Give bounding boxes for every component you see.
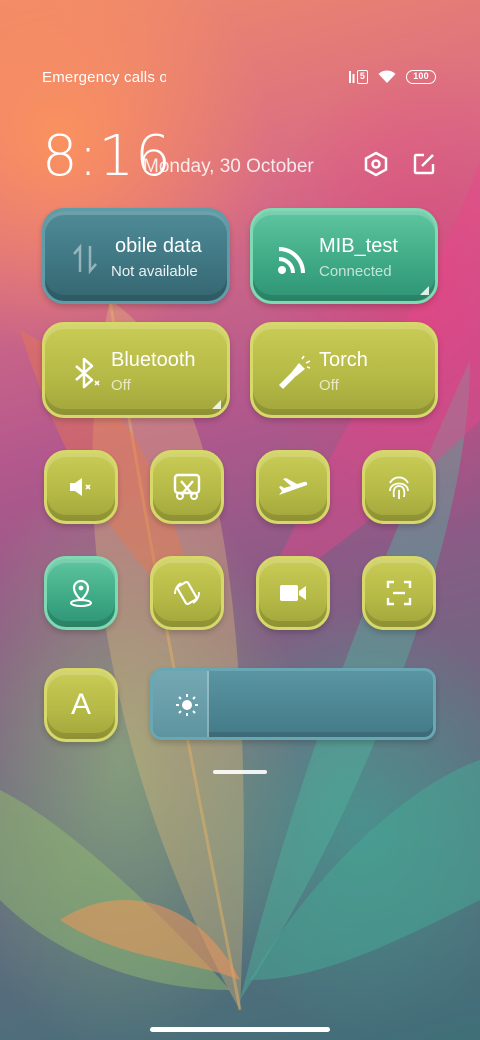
torch-status: Off xyxy=(319,377,339,394)
auto-brightness-label: A xyxy=(70,688,91,721)
video-camera-icon xyxy=(278,582,308,604)
torch-title: Torch xyxy=(319,349,368,371)
home-gesture-bar[interactable] xyxy=(150,1027,330,1032)
airplane-icon xyxy=(277,475,309,499)
mute-tile[interactable] xyxy=(44,450,118,524)
flashlight-icon xyxy=(275,355,311,391)
wifi-network-name: MIB_test xyxy=(319,235,398,257)
status-icons: 5 100 xyxy=(348,70,436,84)
fingerprint-tile[interactable] xyxy=(362,450,436,524)
expand-corner-icon[interactable] xyxy=(212,400,221,409)
mobile-data-icon xyxy=(67,241,103,277)
torch-tile[interactable]: Torch Off xyxy=(250,322,438,418)
location-icon xyxy=(67,578,95,608)
bluetooth-icon xyxy=(67,355,103,391)
brightness-icon xyxy=(175,693,199,717)
mute-icon xyxy=(67,475,95,499)
auto-rotate-tile[interactable] xyxy=(150,556,224,630)
screenshot-tile[interactable] xyxy=(150,450,224,524)
date: Monday, 30 October xyxy=(143,156,314,177)
bluetooth-title: Bluetooth xyxy=(111,349,196,371)
sim-label: 5 xyxy=(357,70,368,84)
expand-corner-icon[interactable] xyxy=(420,286,429,295)
edit-icon[interactable] xyxy=(410,150,438,178)
scanner-tile[interactable] xyxy=(362,556,436,630)
mobile-data-title: obile data xyxy=(115,235,202,257)
scissors-screenshot-icon xyxy=(173,473,201,501)
settings-hexagon-icon[interactable] xyxy=(362,150,390,178)
battery-icon: 100 xyxy=(406,70,436,84)
scan-icon xyxy=(385,579,413,607)
auto-brightness-button[interactable]: A xyxy=(44,668,118,742)
airplane-mode-tile[interactable] xyxy=(256,450,330,524)
wifi-tile[interactable]: MIB_test Connected xyxy=(250,208,438,304)
carrier-text: Emergency calls o xyxy=(42,68,166,86)
drag-handle[interactable] xyxy=(213,770,267,774)
screen-record-tile[interactable] xyxy=(256,556,330,630)
mobile-data-tile[interactable]: obile data Not available xyxy=(42,208,230,304)
rotate-icon xyxy=(172,578,202,608)
wifi-icon xyxy=(275,241,311,277)
bluetooth-status: Off xyxy=(111,377,131,394)
sim-icon: 5 xyxy=(348,70,368,84)
brightness-slider[interactable] xyxy=(150,668,436,740)
location-tile[interactable] xyxy=(44,556,118,630)
mobile-data-status: Not available xyxy=(111,263,198,280)
wifi-status-icon xyxy=(378,70,396,84)
wifi-status: Connected xyxy=(319,263,392,280)
bluetooth-tile[interactable]: Bluetooth Off xyxy=(42,322,230,418)
fingerprint-icon xyxy=(385,473,413,501)
status-bar: Emergency calls o 5 100 xyxy=(42,66,436,88)
